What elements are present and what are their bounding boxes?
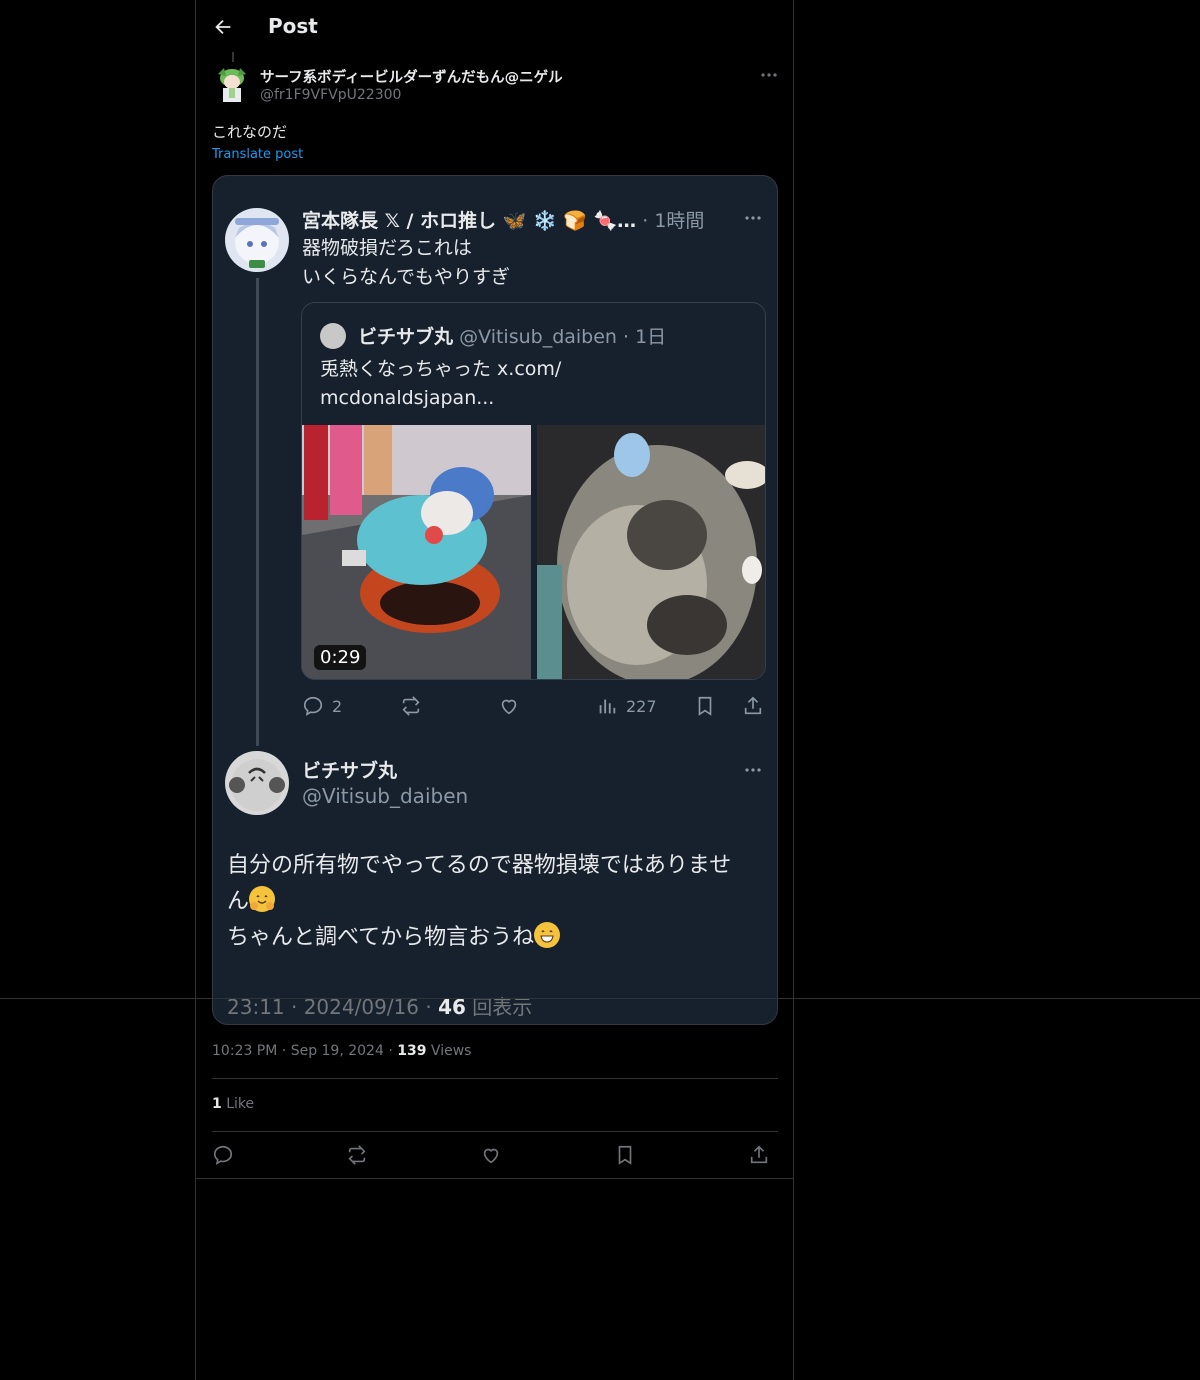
thread-line [232,52,234,62]
reply-author-avatar [225,751,289,815]
quoted-reply-count: 2 [332,696,343,716]
repost-icon [402,696,420,716]
inner-author-avatar [320,322,346,349]
reply-icon[interactable] [212,1144,234,1166]
likes-summary[interactable]: 1 Like [212,1096,254,1112]
likes-count: 1 [212,1096,222,1112]
post-views-label: Views [430,1043,472,1059]
inner-quoted-card: ビチサブ丸 @Vitisub_daiben · 1日 兎熱くなっちゃった x.c… [301,302,766,680]
author-handle[interactable]: @fr1F9VFVpU22300 [260,87,401,103]
video-thumbnail: 0:29 [302,425,531,679]
quoted-action-bar: 2 227 [302,692,762,722]
divider [196,1178,793,1179]
photo-thumbnail [537,425,765,679]
quoted-views: 227 [596,692,657,720]
quoted-views-count: 227 [626,696,657,716]
views-icon [599,699,616,714]
quoted-repost [400,692,422,720]
hugging-face-emoji-icon [249,886,276,912]
post-date[interactable]: Sep 19, 2024 [291,1043,384,1059]
translate-post-link[interactable]: Translate post [212,147,303,162]
inner-handle-age: @Vitisub_daiben · 1日 [459,326,667,348]
bookmark-icon[interactable] [614,1144,636,1166]
grinning-face-emoji-icon [534,922,561,948]
quoted-text-line-2: いくらなんでもやりすぎ [302,266,511,288]
attached-screenshot[interactable]: 宮本隊長 𝕏 / ホロ推し 🦋 ❄️ 🍞 🍬… · 1時間 器物破損だろこれは … [212,175,778,1025]
header: Post [196,0,793,54]
page-title: Post [268,14,318,38]
likes-label: Like [226,1096,255,1112]
reply-text-line-1: 自分の所有物でやってるので器物損壊ではありませ [227,853,732,878]
more-icon[interactable] [759,65,779,85]
quoted-author-row: 宮本隊長 𝕏 / ホロ推し 🦋 ❄️ 🍞 🍬… · 1時間 [302,206,704,233]
thread-connector [256,278,259,746]
post-text: これなのだ [212,123,288,141]
reply-more-icon [743,760,763,780]
quoted-reply: 2 [302,692,342,720]
author-name[interactable]: サーフ系ボディービルダーずんだもん@ニゲル [260,66,563,87]
author-avatar[interactable] [212,64,252,104]
reply-meta: 23:11 · 2024/09/16 · 46 回表示 [227,991,532,1020]
bookmark-icon [698,696,712,716]
reply-text-line-2: ん [227,884,767,920]
reply-author-name: ビチサブ丸 [302,760,398,782]
reply-text: 自分の所有物でやってるので器物損壊ではありませ ん ちゃんと調べてから物言おうね [227,848,767,956]
quoted-more-icon [743,208,763,228]
quoted-share [742,692,764,720]
inner-post-text: 兎熱くなっちゃった x.com/ mcdonaldsjapan... [320,358,562,409]
main-column: Post サーフ系ボディービルダーずんだもん@ニゲル @fr1F9VFVpU22… [195,0,794,1380]
horizontal-rule [0,998,1200,999]
reply-text-line-3: ちゃんと調べてから物言おうね [227,920,767,956]
reply-icon [303,696,323,716]
repost-icon[interactable] [346,1144,368,1166]
back-arrow-icon[interactable] [212,16,234,38]
quoted-like [498,692,520,720]
like-icon [501,699,517,715]
quoted-bookmark [694,692,716,720]
quoted-post-age: · 1時間 [642,210,705,232]
action-bar [212,1140,778,1172]
inner-author-name: ビチサブ丸 [358,326,454,348]
share-icon [744,696,762,715]
reply-author-handle: @Vitisub_daiben [302,784,469,808]
post-meta: 10:23 PM · Sep 19, 2024 · 139 Views [212,1043,472,1059]
inner-author-row: ビチサブ丸 @Vitisub_daiben · 1日 [320,322,666,351]
quoted-text-line-1: 器物破損だろこれは [302,237,472,259]
divider [212,1131,778,1132]
quoted-author-name: 宮本隊長 𝕏 / ホロ推し 🦋 ❄️ 🍞 🍬… [302,210,637,232]
video-duration: 0:29 [314,645,367,670]
quoted-author-avatar [225,208,289,272]
like-icon[interactable] [480,1144,502,1166]
quoted-post-text: 器物破損だろこれは いくらなんでもやりすぎ [302,234,510,292]
share-icon[interactable] [748,1144,770,1166]
post-time[interactable]: 10:23 PM [212,1043,277,1059]
post-views-count: 139 [397,1043,427,1059]
divider [212,1078,778,1079]
